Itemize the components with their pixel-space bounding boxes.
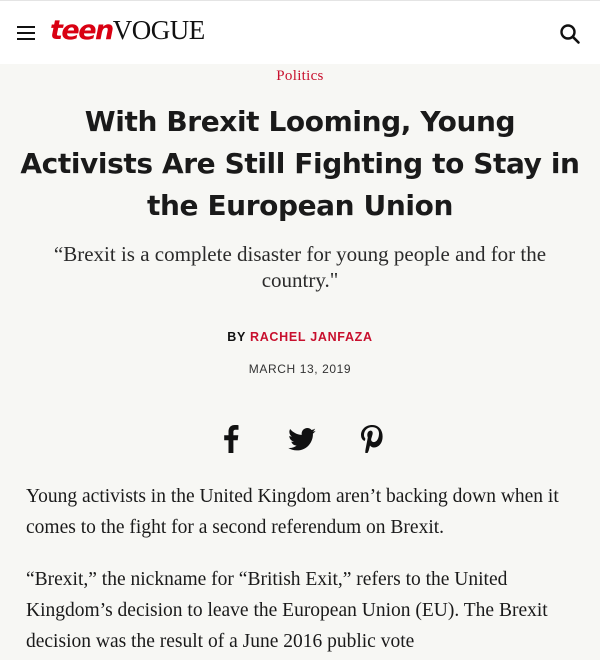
article-paragraph: “Brexit,” the nickname for “British Exit… xyxy=(26,569,548,652)
byline: BY RACHEL JANFAZA xyxy=(0,330,600,344)
share-facebook-button[interactable] xyxy=(218,424,244,454)
category-link[interactable]: Politics xyxy=(0,68,600,85)
site-header: teen VOGUE xyxy=(0,0,600,64)
share-pinterest-button[interactable] xyxy=(358,424,386,454)
byline-prefix: BY xyxy=(227,330,246,344)
article-paragraph: Young activists in the United Kingdom ar… xyxy=(26,486,559,538)
search-icon[interactable] xyxy=(559,23,581,45)
hamburger-menu-icon[interactable] xyxy=(17,25,35,41)
twitter-icon xyxy=(288,427,316,450)
teen-vogue-logo[interactable]: teen VOGUE xyxy=(50,15,205,49)
share-twitter-button[interactable] xyxy=(286,424,318,454)
facebook-icon xyxy=(224,425,239,453)
publish-date: MARCH 13, 2019 xyxy=(248,362,352,376)
article-title: With Brexit Looming, Young Activists Are… xyxy=(20,105,580,222)
logo-vogue-text: VOGUE xyxy=(112,15,206,45)
author-link[interactable]: RACHEL JANFAZA xyxy=(250,330,373,344)
article-dek: “Brexit is a complete disaster for young… xyxy=(53,242,547,292)
pinterest-icon xyxy=(361,425,383,453)
logo-teen-text: teen xyxy=(50,15,114,46)
